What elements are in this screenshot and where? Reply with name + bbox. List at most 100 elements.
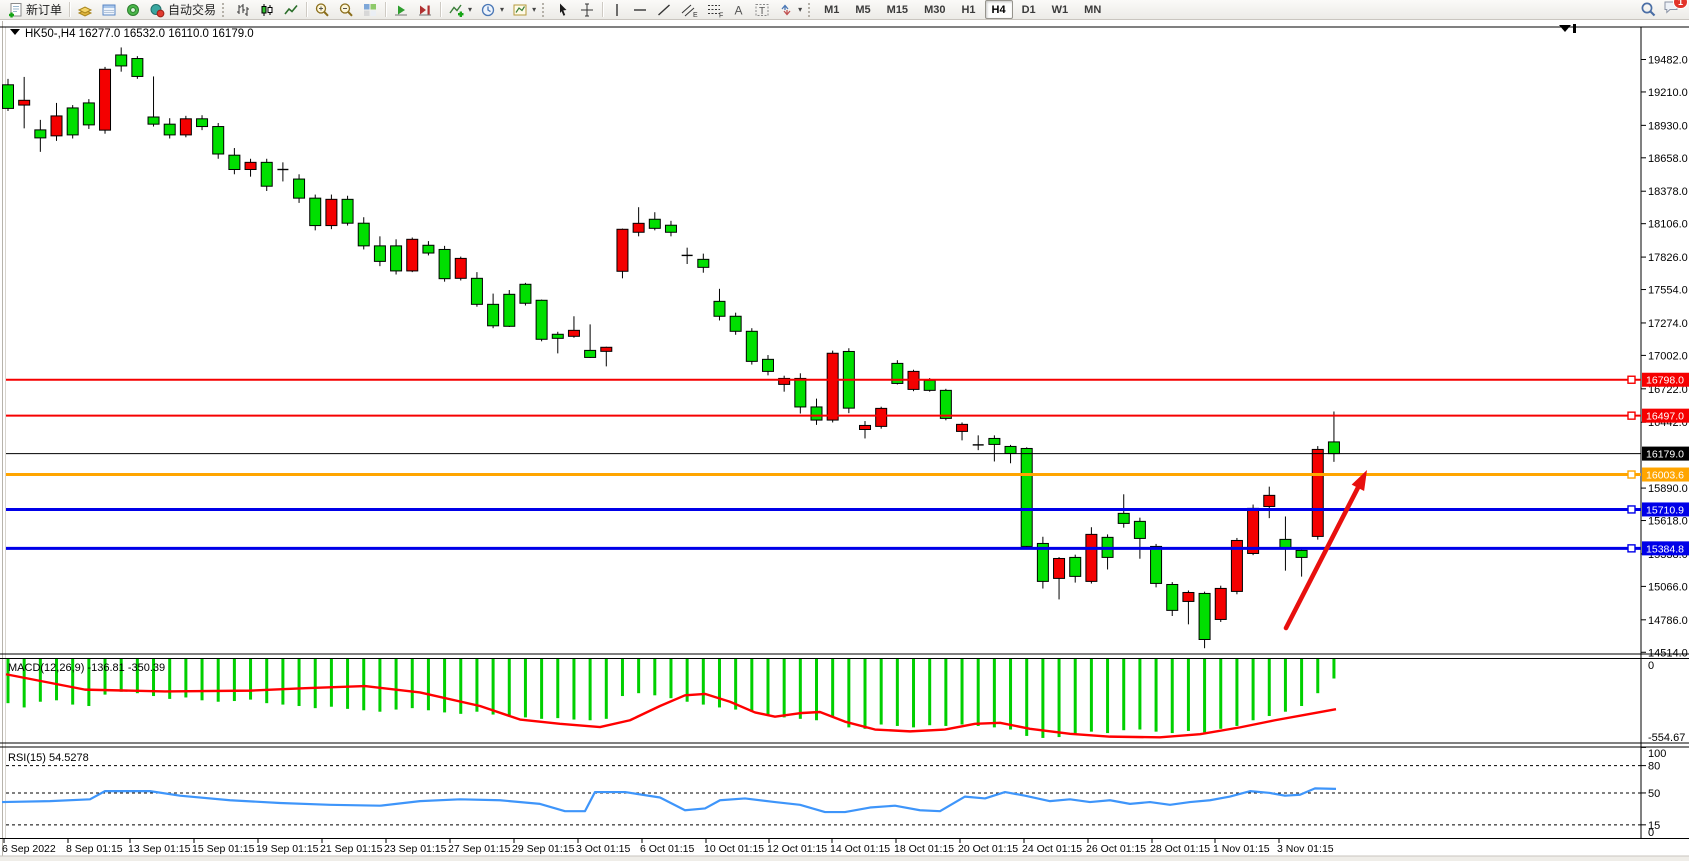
date-label: 28 Oct 01:15: [1150, 843, 1210, 855]
vline-tool-button[interactable]: [606, 0, 628, 20]
candle-body: [617, 229, 628, 271]
chart-shift-button[interactable]: [413, 0, 437, 20]
macd-histogram-bar: [912, 659, 915, 727]
candle-body: [342, 199, 353, 223]
candle-body: [471, 278, 482, 304]
price-badge-label: 16179.0: [1646, 449, 1684, 461]
autotrading-button[interactable]: 自动交易: [145, 0, 220, 20]
rsi-level-label: 100: [1648, 748, 1666, 760]
candle-body: [1328, 442, 1339, 454]
price-badge-label: 16798.0: [1646, 375, 1684, 387]
candle-body: [698, 259, 709, 267]
navigator-icon: [125, 2, 141, 18]
candle-body: [649, 219, 660, 228]
text-icon: A: [732, 2, 746, 18]
zoom-in-button[interactable]: [310, 0, 334, 20]
price-tick-label: 17826.0: [1648, 252, 1688, 264]
fibonacci-tool-button[interactable]: F: [702, 0, 728, 20]
price-line-handle[interactable]: [1628, 506, 1635, 513]
candle-body: [876, 408, 887, 426]
tf-h1-button[interactable]: H1: [954, 0, 982, 19]
price-tick-label: 18378.0: [1648, 186, 1688, 198]
data-window-button[interactable]: [97, 0, 121, 20]
candle-body: [1054, 558, 1065, 578]
trendline-tool-button[interactable]: [652, 0, 676, 20]
tf-m5-button[interactable]: M5: [848, 0, 877, 19]
price-line-handle[interactable]: [1628, 376, 1635, 383]
macd-histogram-bar: [1090, 659, 1093, 732]
line-chart-button[interactable]: [279, 0, 303, 20]
candle-body: [1199, 593, 1210, 639]
chart-canvas[interactable]: 19482.019210.018930.018658.018378.018106…: [0, 0, 1689, 861]
market-watch-button[interactable]: [73, 0, 97, 20]
candle-body: [1118, 513, 1129, 523]
candle-body: [326, 199, 337, 225]
crosshair-tool-button[interactable]: [575, 0, 599, 20]
periods-button[interactable]: ▾: [476, 0, 508, 20]
candlestick-button[interactable]: [255, 0, 279, 20]
date-label: 14 Oct 01:15: [830, 843, 890, 855]
date-label: 6 Oct 01:15: [640, 843, 694, 855]
tf-d1-button[interactable]: D1: [1015, 0, 1043, 19]
tf-h4-button[interactable]: H4: [985, 0, 1013, 19]
text-tool-button[interactable]: A: [728, 0, 750, 20]
hline-tool-button[interactable]: [628, 0, 652, 20]
macd-histogram-bar: [443, 659, 446, 712]
candle-body: [1248, 508, 1259, 553]
bar-chart-button[interactable]: [231, 0, 255, 20]
macd-histogram-bar: [1074, 659, 1077, 734]
tf-mn-button[interactable]: MN: [1077, 0, 1108, 19]
macd-histogram-bar: [1219, 659, 1222, 729]
search-icon[interactable]: [1640, 1, 1657, 18]
macd-histogram-bar: [783, 659, 786, 717]
toolbar-right-group: 1: [1640, 0, 1681, 20]
date-label: 13 Sep 01:15: [128, 843, 191, 855]
price-tick-label: 19482.0: [1648, 54, 1688, 66]
new-order-button[interactable]: 新订单: [3, 0, 66, 20]
candle-body: [714, 301, 725, 316]
notifications-button[interactable]: 1: [1663, 0, 1681, 20]
candle-body: [730, 316, 741, 331]
navigator-button[interactable]: [121, 0, 145, 20]
dropdown-caret: ▾: [532, 5, 536, 14]
macd-histogram-bar: [1332, 659, 1335, 679]
tf-m1-button[interactable]: M1: [817, 0, 846, 19]
candle-body: [213, 127, 224, 154]
text-label-tool-button[interactable]: T: [750, 0, 774, 20]
macd-histogram-bar: [168, 659, 171, 699]
candle-body: [1264, 495, 1275, 506]
tf-m15-button[interactable]: M15: [880, 0, 915, 19]
main-toolbar: 新订单 自动交易: [0, 0, 1689, 20]
macd-histogram-bar: [993, 659, 996, 727]
macd-histogram-bar: [411, 659, 414, 708]
macd-histogram-bar: [669, 659, 672, 698]
price-line-handle[interactable]: [1628, 545, 1635, 552]
cursor-tool-button[interactable]: [551, 0, 575, 20]
candle-body: [391, 246, 402, 271]
price-tick-label: 17554.0: [1648, 285, 1688, 297]
tf-m30-button[interactable]: M30: [917, 0, 952, 19]
macd-histogram-bar: [847, 659, 850, 727]
price-badge-label: 15384.8: [1646, 543, 1684, 555]
macd-histogram-bar: [718, 659, 721, 707]
zoom-out-button[interactable]: [334, 0, 358, 20]
tile-windows-button[interactable]: [358, 0, 382, 20]
macd-histogram-bar: [1252, 659, 1255, 720]
candlestick-icon: [259, 2, 275, 18]
candle-body: [1167, 584, 1178, 610]
arrow-objects-icon: [778, 2, 794, 18]
candle-body: [245, 162, 256, 169]
macd-histogram-bar: [1268, 659, 1271, 716]
candle-body: [536, 300, 547, 339]
price-line-handle[interactable]: [1628, 412, 1635, 419]
price-tick-label: 15618.0: [1648, 516, 1688, 528]
arrows-tool-button[interactable]: ▾: [774, 0, 806, 20]
tf-w1-button[interactable]: W1: [1045, 0, 1076, 19]
templates-button[interactable]: ▾: [508, 0, 540, 20]
macd-histogram-bar: [702, 659, 705, 705]
price-line-handle[interactable]: [1628, 471, 1635, 478]
auto-scroll-button[interactable]: [389, 0, 413, 20]
indicators-button[interactable]: ▾: [444, 0, 476, 20]
channel-tool-button[interactable]: E: [676, 0, 702, 20]
date-label: 20 Oct 01:15: [958, 843, 1018, 855]
